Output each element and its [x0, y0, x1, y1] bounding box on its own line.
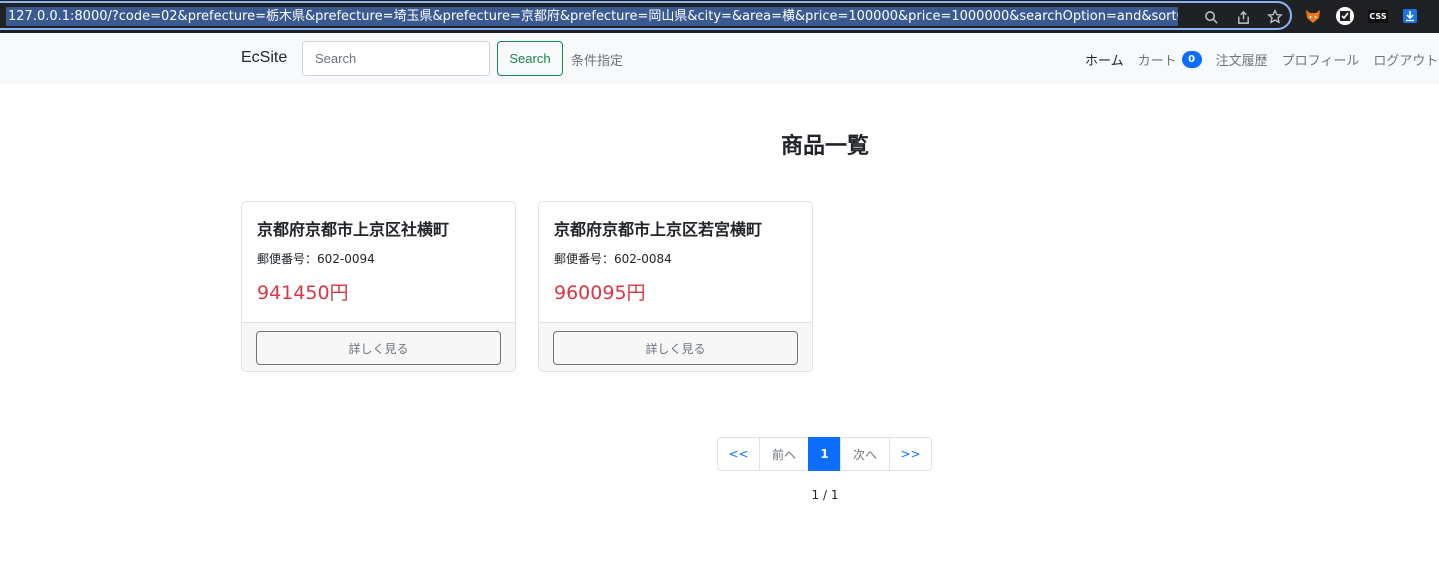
cart-count-badge: 0: [1181, 51, 1202, 68]
fox-extension-icon[interactable]: [1303, 6, 1323, 26]
nav-order-history[interactable]: 注文履歴: [1216, 50, 1268, 69]
nav-logout[interactable]: ログアウト: [1373, 50, 1438, 69]
pagination-last[interactable]: >>: [889, 437, 932, 471]
nav-home-label: ホーム: [1085, 54, 1124, 69]
address-bar-url[interactable]: 127.0.0.1:8000/?code=02&prefecture=栃木県&p…: [6, 7, 1178, 26]
bookmark-star-icon[interactable]: [1267, 9, 1283, 25]
product-postal-code: 郵便番号：602-0094: [257, 252, 375, 266]
product-name: 京都府京都市上京区若宮横町: [554, 220, 763, 239]
zoom-icon[interactable]: [1203, 9, 1219, 25]
checkmark-extension-icon[interactable]: [1335, 6, 1355, 26]
nav-home[interactable]: ホーム: [1085, 50, 1124, 69]
page-count: 1 / 1: [811, 488, 839, 502]
search-button[interactable]: Search: [497, 41, 563, 76]
product-card-footer: 詳しく見る: [539, 322, 812, 371]
pagination-prev[interactable]: 前へ: [759, 437, 809, 471]
pagination-next[interactable]: 次へ: [840, 437, 890, 471]
nav-order-history-label: 注文履歴: [1215, 54, 1268, 69]
navbar: EcSite Search 条件指定 ホーム カート 0 注文履歴 プロフィール…: [0, 33, 1439, 84]
nav-cart-label: カート: [1137, 54, 1177, 69]
view-details-button[interactable]: 詳しく見る: [553, 331, 798, 365]
page-title: 商品一覧: [780, 134, 869, 159]
nav-profile[interactable]: プロフィール: [1282, 50, 1360, 69]
product-card-body: 京都府京都市上京区社横町 郵便番号：602-0094 941450円: [242, 202, 515, 322]
pagination-current-page[interactable]: 1: [808, 437, 841, 471]
product-price: 960095円: [554, 282, 646, 304]
product-card-footer: 詳しく見る: [242, 322, 515, 371]
share-icon[interactable]: [1235, 9, 1251, 25]
css-extension-label: CSS: [1368, 9, 1388, 23]
product-name: 京都府京都市上京区社横町: [257, 220, 450, 239]
product-price: 941450円: [257, 282, 349, 304]
brand-link[interactable]: EcSite: [241, 49, 287, 67]
download-icon[interactable]: [1400, 6, 1420, 26]
nav-menu: ホーム カート 0 注文履歴 プロフィール ログアウト: [1085, 50, 1439, 69]
pagination: << 前へ 1 次へ >>: [717, 437, 932, 471]
browser-toolbar: 127.0.0.1:8000/?code=02&prefecture=栃木県&p…: [0, 0, 1439, 33]
product-card: 京都府京都市上京区若宮横町 郵便番号：602-0084 960095円 詳しく見…: [538, 201, 813, 372]
search-input[interactable]: [302, 41, 490, 76]
pagination-first[interactable]: <<: [717, 437, 760, 471]
nav-cart[interactable]: カート 0: [1138, 50, 1202, 69]
nav-profile-label: プロフィール: [1281, 54, 1360, 69]
address-bar[interactable]: 127.0.0.1:8000/?code=02&prefecture=栃木県&p…: [0, 1, 1292, 30]
product-card: 京都府京都市上京区社横町 郵便番号：602-0094 941450円 詳しく見る: [241, 201, 516, 372]
css-extension-icon[interactable]: CSS: [1368, 6, 1388, 26]
nav-logout-label: ログアウト: [1373, 54, 1439, 69]
product-card-body: 京都府京都市上京区若宮横町 郵便番号：602-0084 960095円: [539, 202, 812, 322]
condition-link[interactable]: 条件指定: [571, 50, 623, 69]
product-postal-code: 郵便番号：602-0084: [554, 252, 672, 266]
view-details-button[interactable]: 詳しく見る: [256, 331, 501, 365]
